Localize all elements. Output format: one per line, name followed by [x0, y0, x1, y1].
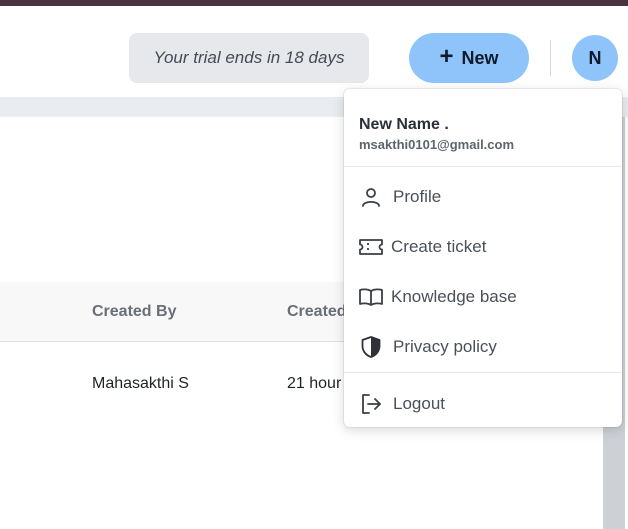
logout-icon [358, 391, 384, 417]
user-menu: New Name . msakthi0101@gmail.com Profile… [344, 89, 622, 427]
user-email: msakthi0101@gmail.com [359, 137, 515, 152]
menu-user-info: New Name . msakthi0101@gmail.com [344, 89, 622, 167]
menu-item-create-ticket[interactable]: Create ticket [344, 225, 622, 269]
header: Your trial ends in 18 days + New N [0, 6, 628, 97]
person-icon [358, 184, 384, 210]
menu-item-knowledge-base[interactable]: Knowledge base [344, 275, 622, 319]
ticket-icon [358, 234, 384, 260]
new-button-label: New [461, 47, 499, 68]
header-divider [550, 40, 551, 76]
column-header-created[interactable]: Created [287, 303, 347, 321]
menu-item-label: Profile [393, 187, 442, 206]
book-icon [358, 284, 384, 310]
trial-banner[interactable]: Your trial ends in 18 days [129, 33, 369, 83]
shield-icon [358, 334, 384, 360]
menu-item-label: Privacy policy [393, 337, 497, 356]
menu-item-label: Knowledge base [391, 287, 517, 306]
menu-item-label: Create ticket [391, 237, 487, 256]
menu-item-profile[interactable]: Profile [344, 175, 622, 219]
user-name: New Name . [359, 116, 449, 133]
column-header-created-by[interactable]: Created By [92, 303, 176, 321]
cell-created: 21 hour [287, 375, 342, 392]
plus-icon: + [439, 43, 454, 70]
menu-item-label: Logout [393, 394, 445, 413]
cell-created-by: Mahasakthi S [92, 375, 189, 392]
menu-item-privacy-policy[interactable]: Privacy policy [344, 325, 622, 369]
menu-item-logout[interactable]: Logout [344, 382, 622, 426]
new-button[interactable]: + New [409, 33, 529, 83]
menu-divider [344, 372, 622, 373]
avatar[interactable]: N [572, 35, 618, 81]
